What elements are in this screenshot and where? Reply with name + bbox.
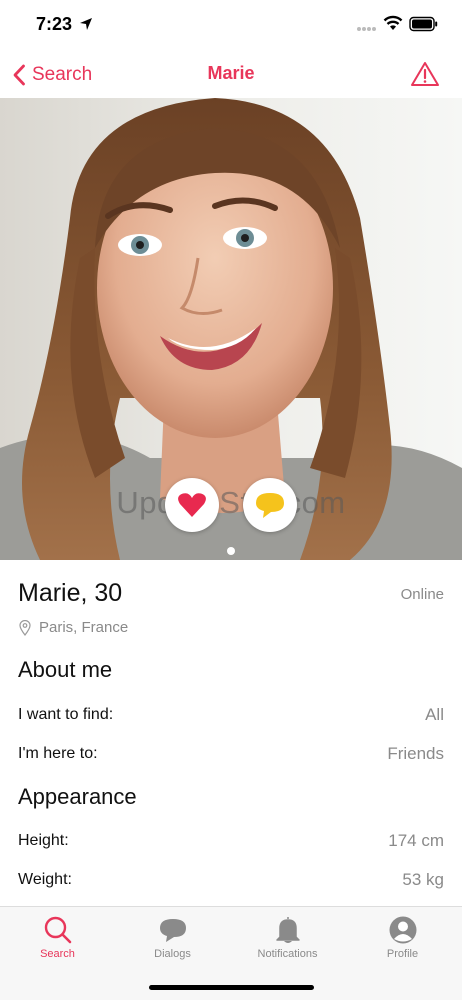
tab-search-label: Search (40, 948, 75, 960)
heart-icon (178, 493, 206, 517)
tab-search[interactable]: Search (0, 907, 115, 967)
want-to-find-label: I want to find: (18, 706, 114, 723)
tab-dialogs[interactable]: Dialogs (115, 907, 230, 967)
about-me-heading: About me (18, 657, 113, 682)
search-icon (44, 916, 71, 944)
report-warning-icon[interactable] (410, 60, 440, 88)
page-title: Marie (207, 63, 255, 83)
photo-page-indicator (227, 547, 235, 555)
navigation-bar: Search Marie (0, 50, 462, 98)
wifi-icon (383, 15, 403, 30)
tab-notifications-label: Notifications (257, 948, 318, 960)
cellular-signal-icon (357, 27, 376, 31)
want-to-find-value: All (425, 705, 444, 724)
weight-label: Weight: (18, 871, 72, 888)
tab-profile-label: Profile (386, 948, 419, 960)
status-bar: 7:23 (0, 0, 462, 50)
chat-bubble-icon (159, 919, 186, 942)
like-button[interactable] (165, 478, 219, 532)
here-to-value: Friends (387, 744, 444, 763)
profile-photo-image (0, 98, 462, 560)
location-pin-icon (19, 619, 31, 636)
profile-name-age: Marie, 30 (18, 579, 123, 607)
tab-notifications[interactable]: Notifications (230, 907, 345, 967)
tab-profile[interactable]: Profile (345, 907, 460, 967)
status-time: 7:23 (36, 14, 73, 34)
online-status: Online (400, 586, 444, 603)
tab-dialogs-label: Dialogs (154, 948, 191, 960)
weight-value: 53 kg (402, 870, 444, 889)
profile-location: Paris, France (19, 619, 128, 636)
appearance-heading: Appearance (18, 784, 137, 809)
location-label: Paris, France (39, 619, 129, 636)
home-indicator[interactable] (149, 985, 314, 990)
location-arrow-icon (80, 18, 92, 30)
height-label: Height: (18, 832, 69, 849)
here-to-label: I'm here to: (18, 745, 98, 762)
person-icon (389, 916, 416, 944)
height-value: 174 cm (388, 831, 444, 850)
battery-icon (409, 16, 438, 32)
message-button[interactable] (243, 478, 297, 532)
chat-bubble-icon (256, 493, 284, 518)
bell-icon (275, 917, 300, 943)
profile-photo[interactable] (0, 98, 462, 560)
